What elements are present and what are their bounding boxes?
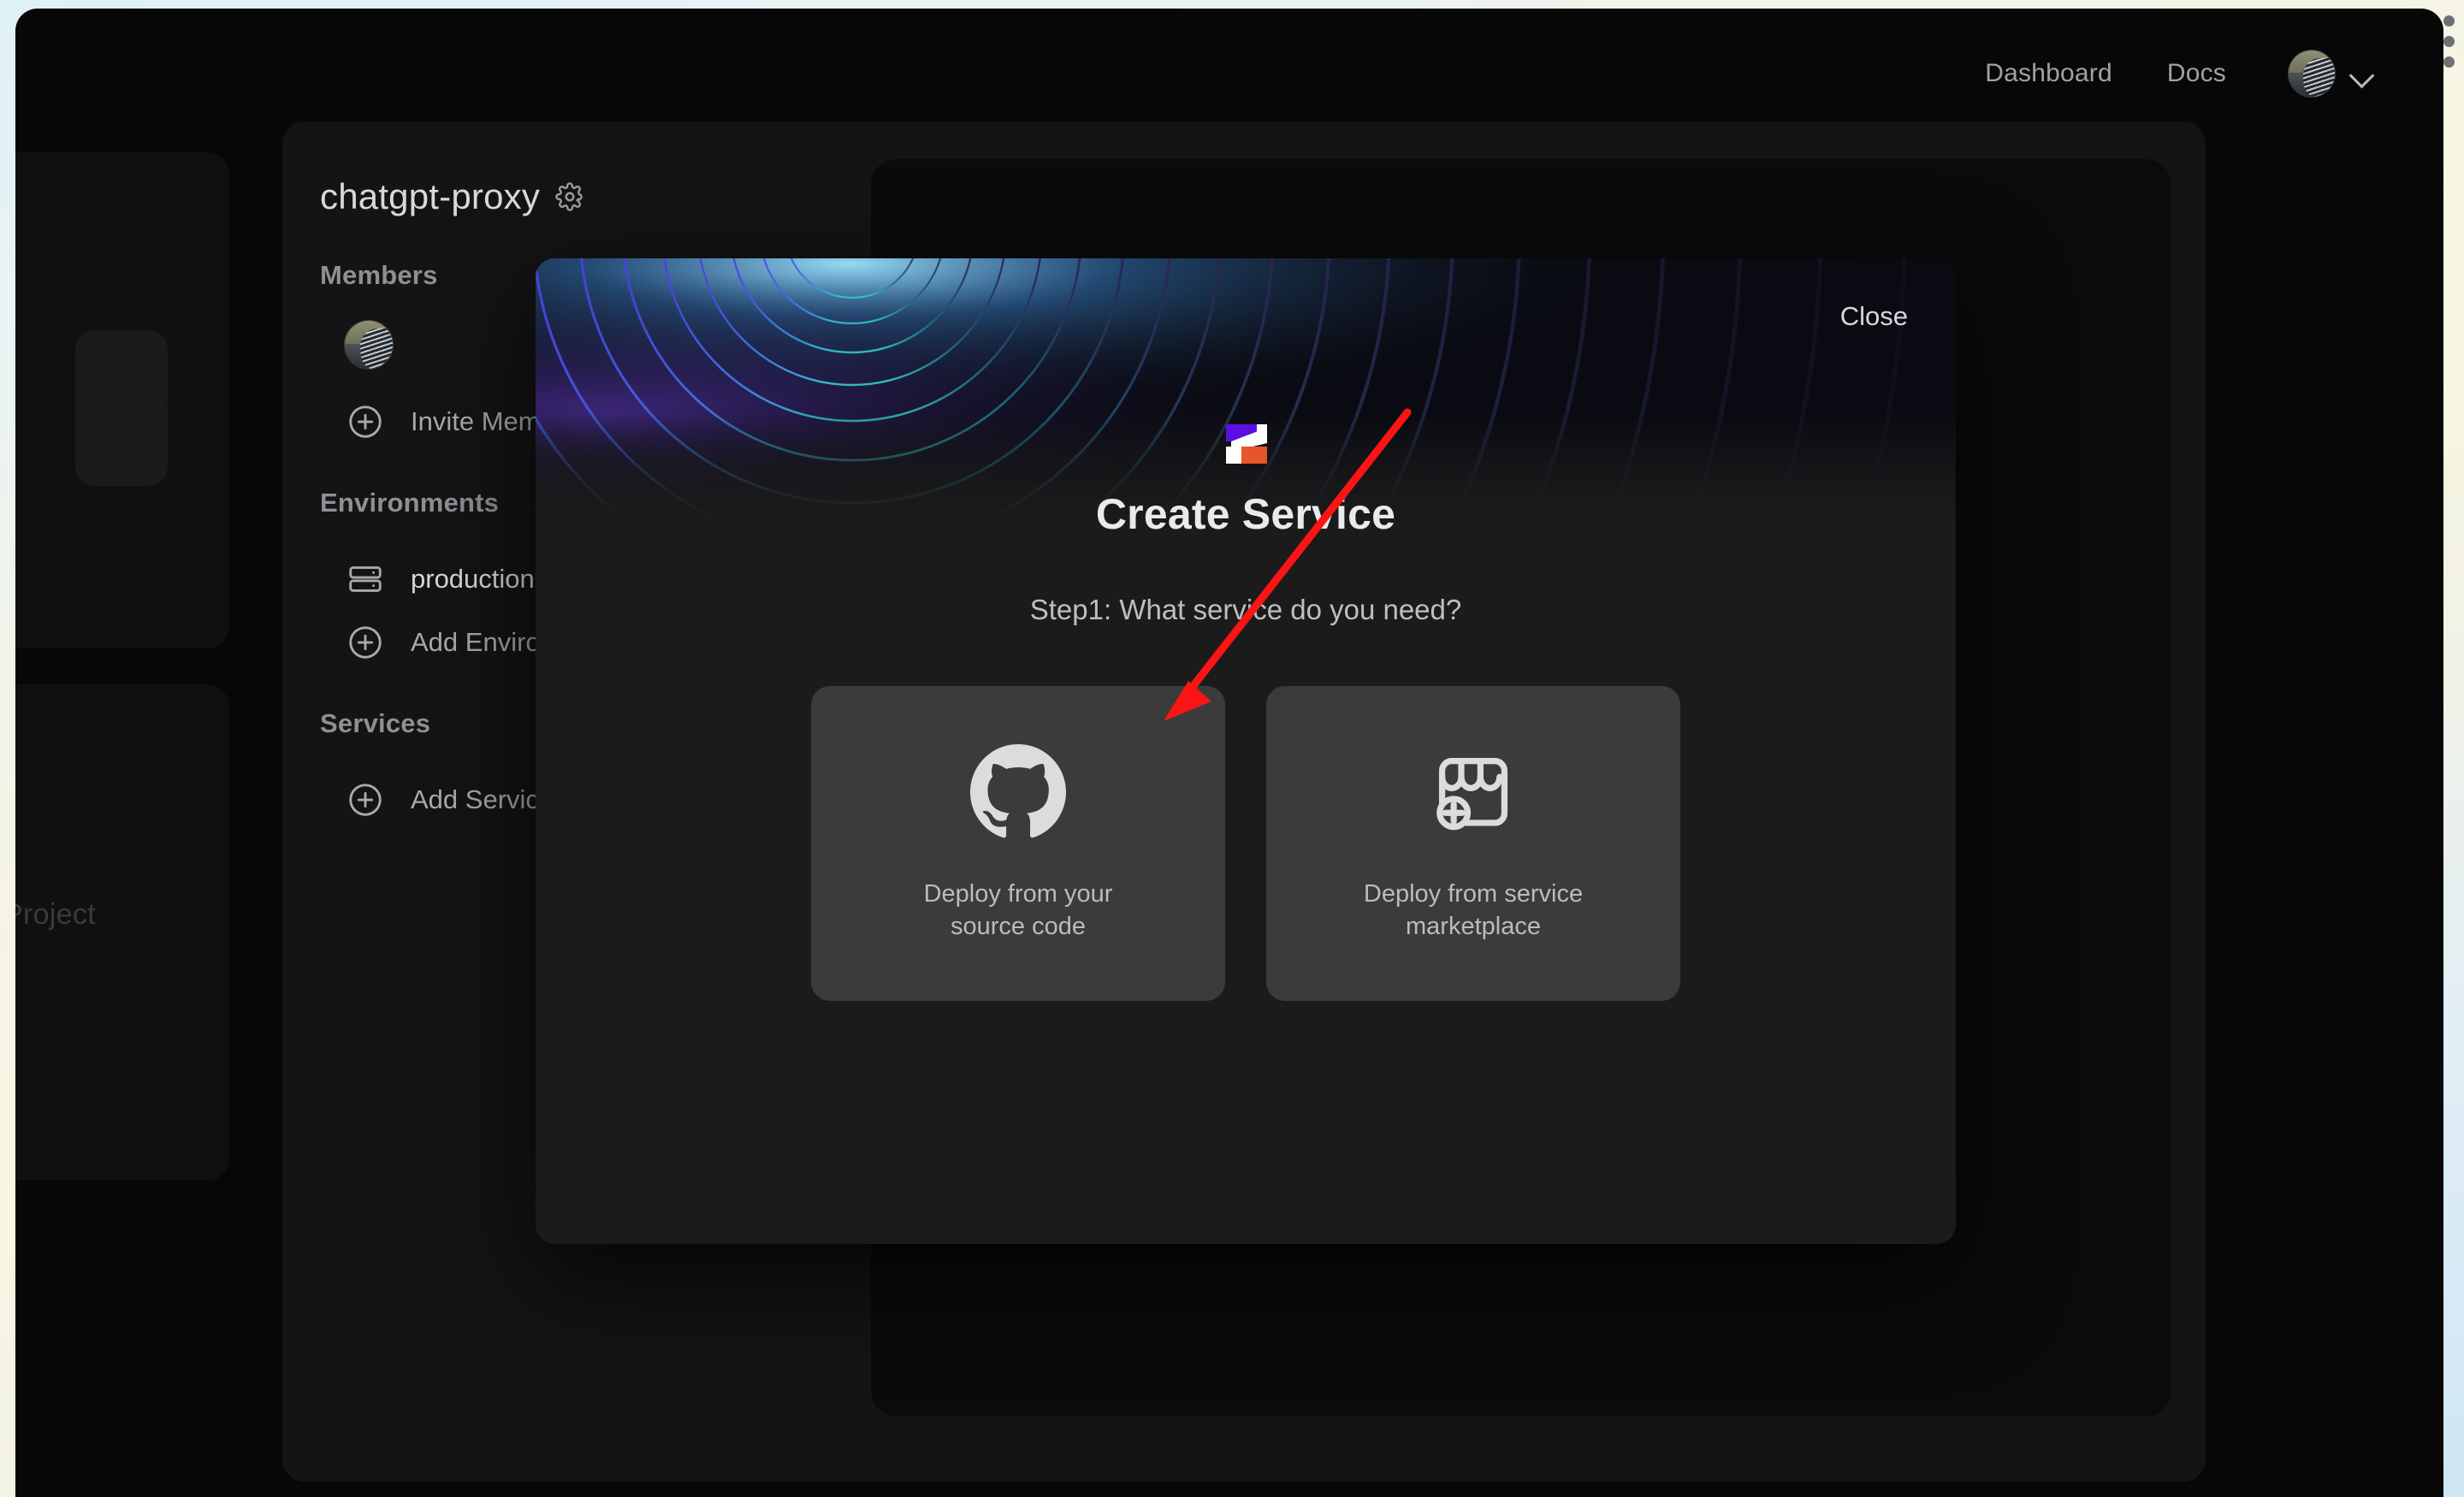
plus-circle-icon	[346, 402, 385, 441]
storefront-plus-icon	[1425, 744, 1521, 840]
plus-circle-icon	[346, 623, 385, 662]
nav-link-dashboard[interactable]: Dashboard	[1958, 50, 2140, 97]
service-type-options: Deploy from your source code Deploy from…	[536, 686, 1956, 1001]
brand-logo	[1219, 423, 1272, 465]
three-dots-vertical-icon[interactable]	[2442, 15, 2455, 68]
sidebar-item-label: Add Service	[411, 784, 554, 814]
user-avatar[interactable]	[2288, 50, 2336, 98]
gear-icon[interactable]	[555, 182, 584, 211]
account-menu[interactable]	[2288, 50, 2375, 98]
sidebar-item-label: production	[411, 564, 535, 594]
app-root: Dashboard Docs Project chatgpt-proxy	[15, 9, 2443, 1497]
background-card	[15, 152, 229, 648]
close-button[interactable]: Close	[1832, 296, 1916, 337]
option-deploy-from-marketplace[interactable]: Deploy from service marketplace	[1266, 686, 1680, 1001]
background-project-label: Project	[15, 898, 96, 931]
browser-frame: Dashboard Docs Project chatgpt-proxy	[0, 0, 2464, 1497]
create-service-modal: Close Create Service Step1: What service…	[536, 258, 1956, 1244]
background-card	[15, 684, 229, 1180]
server-icon	[346, 559, 385, 599]
option-label: Deploy from service marketplace	[1363, 879, 1584, 940]
github-icon	[970, 743, 1066, 840]
page-title: chatgpt-proxy	[320, 176, 541, 216]
top-navigation: Dashboard Docs	[15, 9, 2443, 139]
modal-title: Create Service	[1095, 490, 1396, 538]
member-avatar[interactable]	[344, 320, 394, 370]
chevron-down-icon[interactable]	[2349, 61, 2375, 86]
nav-link-docs[interactable]: Docs	[2140, 50, 2254, 97]
option-label: Deploy from your source code	[923, 879, 1113, 940]
plus-circle-icon	[346, 780, 385, 820]
project-header: chatgpt-proxy	[320, 176, 833, 217]
modal-step-text: Step1: What service do you need?	[1029, 594, 1462, 625]
option-deploy-from-source-code[interactable]: Deploy from your source code	[811, 686, 1225, 1001]
